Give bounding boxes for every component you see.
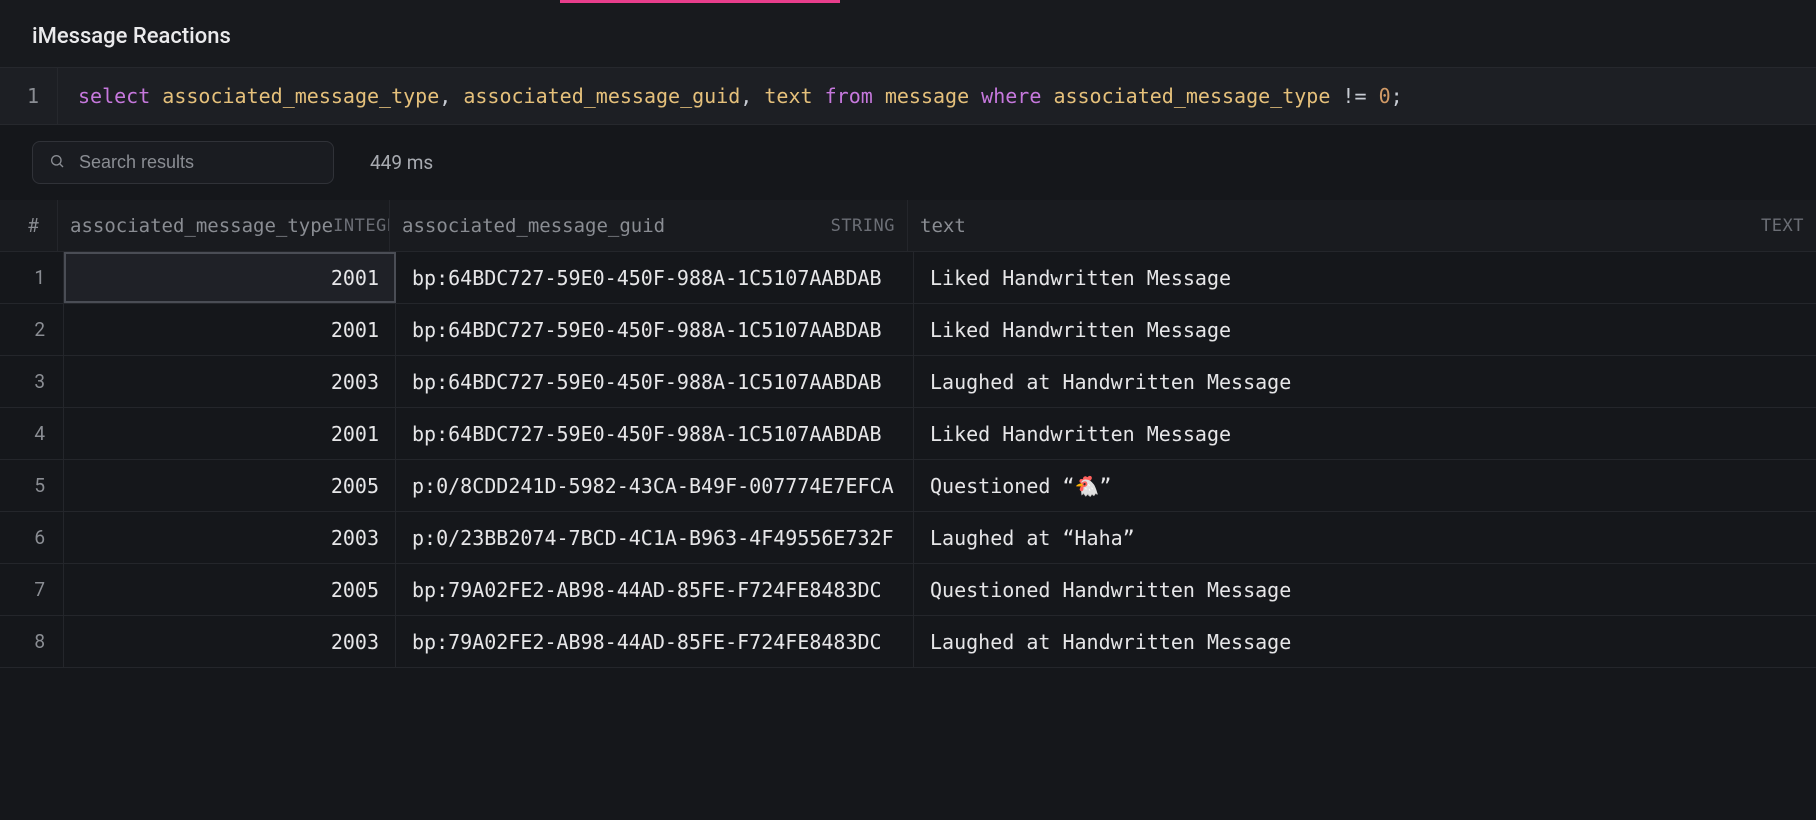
sql-token xyxy=(150,84,162,108)
cell-guid[interactable]: bp:64BDC727-59E0-450F-988A-1C5107AABDAB xyxy=(396,304,914,355)
col-name: associated_message_guid xyxy=(402,215,665,237)
search-input[interactable] xyxy=(77,151,317,174)
col-name: text xyxy=(920,215,966,237)
cell-text[interactable]: Questioned Handwritten Message xyxy=(914,564,1816,615)
sql-token: , xyxy=(740,84,764,108)
cell-type[interactable]: 2001 xyxy=(64,252,396,303)
cell-guid[interactable]: bp:79A02FE2-AB98-44AD-85FE-F724FE8483DC xyxy=(396,564,914,615)
sql-token: text xyxy=(764,84,812,108)
cell-type[interactable]: 2003 xyxy=(64,616,396,667)
row-index: 1 xyxy=(6,252,64,303)
sql-token: associated_message_type xyxy=(162,84,439,108)
cell-text[interactable]: Laughed at Handwritten Message xyxy=(914,616,1816,667)
row-index: 2 xyxy=(6,304,64,355)
col-header-index[interactable]: # xyxy=(0,200,58,251)
sql-token: associated_message_guid xyxy=(463,84,740,108)
col-header-type[interactable]: associated_message_type INTEGE xyxy=(58,200,390,251)
cell-guid[interactable]: bp:64BDC727-59E0-450F-988A-1C5107AABDAB xyxy=(396,356,914,407)
sql-token xyxy=(873,84,885,108)
table-row[interactable]: 72005bp:79A02FE2-AB98-44AD-85FE-F724FE84… xyxy=(0,564,1816,616)
cell-text[interactable]: Questioned “🐔” xyxy=(914,460,1816,511)
table-row[interactable]: 52005p:0/8CDD241D-5982-43CA-B49F-007774E… xyxy=(0,460,1816,512)
sql-token: message xyxy=(885,84,969,108)
cell-guid[interactable]: p:0/23BB2074-7BCD-4C1A-B963-4F49556E732F xyxy=(396,512,914,563)
row-index: 3 xyxy=(6,356,64,407)
row-index: 4 xyxy=(6,408,64,459)
table-row[interactable]: 32003bp:64BDC727-59E0-450F-988A-1C5107AA… xyxy=(0,356,1816,408)
col-type: TEXT xyxy=(1761,216,1804,236)
sql-token: , xyxy=(439,84,463,108)
line-number: 1 xyxy=(0,68,58,124)
cell-type[interactable]: 2005 xyxy=(64,460,396,511)
col-type: STRING xyxy=(831,216,895,236)
cell-guid[interactable]: p:0/8CDD241D-5982-43CA-B49F-007774E7EFCA xyxy=(396,460,914,511)
table-row[interactable]: 82003bp:79A02FE2-AB98-44AD-85FE-F724FE84… xyxy=(0,616,1816,668)
cell-text[interactable]: Liked Handwritten Message xyxy=(914,304,1816,355)
query-editor[interactable]: 1 select associated_message_type, associ… xyxy=(0,68,1816,125)
col-header-guid[interactable]: associated_message_guid STRING xyxy=(390,200,908,251)
cell-text[interactable]: Laughed at “Haha” xyxy=(914,512,1816,563)
table-row[interactable]: 12001bp:64BDC727-59E0-450F-988A-1C5107AA… xyxy=(0,252,1816,304)
sql-token xyxy=(969,84,981,108)
sql-token: where xyxy=(981,84,1041,108)
row-index: 5 xyxy=(6,460,64,511)
results-grid[interactable]: # associated_message_type INTEGE associa… xyxy=(0,200,1816,820)
cell-guid[interactable]: bp:79A02FE2-AB98-44AD-85FE-F724FE8483DC xyxy=(396,616,914,667)
sql-token: != xyxy=(1330,84,1378,108)
sql-token: select xyxy=(78,84,150,108)
table-row[interactable]: 62003p:0/23BB2074-7BCD-4C1A-B963-4F49556… xyxy=(0,512,1816,564)
cell-type[interactable]: 2001 xyxy=(64,408,396,459)
cell-text[interactable]: Liked Handwritten Message xyxy=(914,252,1816,303)
cell-type[interactable]: 2003 xyxy=(64,512,396,563)
sql-code[interactable]: select associated_message_type, associat… xyxy=(58,68,1423,124)
cell-guid[interactable]: bp:64BDC727-59E0-450F-988A-1C5107AABDAB xyxy=(396,408,914,459)
results-toolbar: 449 ms xyxy=(0,125,1816,200)
page-title: iMessage Reactions xyxy=(0,4,1816,68)
cell-type[interactable]: 2001 xyxy=(64,304,396,355)
sql-token: 0 xyxy=(1379,84,1391,108)
cell-text[interactable]: Liked Handwritten Message xyxy=(914,408,1816,459)
row-index: 7 xyxy=(6,564,64,615)
col-type: INTEGE xyxy=(333,216,390,236)
sql-token xyxy=(1041,84,1053,108)
cell-guid[interactable]: bp:64BDC727-59E0-450F-988A-1C5107AABDAB xyxy=(396,252,914,303)
col-header-text[interactable]: text TEXT xyxy=(908,200,1816,251)
query-timing: 449 ms xyxy=(370,151,433,174)
search-input-wrap[interactable] xyxy=(32,141,334,184)
sql-token: from xyxy=(825,84,873,108)
sql-token: ; xyxy=(1391,84,1403,108)
row-index: 6 xyxy=(6,512,64,563)
tab-indicator xyxy=(0,0,1816,4)
table-row[interactable]: 42001bp:64BDC727-59E0-450F-988A-1C5107AA… xyxy=(0,408,1816,460)
cell-type[interactable]: 2005 xyxy=(64,564,396,615)
sql-token xyxy=(813,84,825,108)
cell-type[interactable]: 2003 xyxy=(64,356,396,407)
header-row: # associated_message_type INTEGE associa… xyxy=(0,200,1816,252)
row-index: 8 xyxy=(6,616,64,667)
table-row[interactable]: 22001bp:64BDC727-59E0-450F-988A-1C5107AA… xyxy=(0,304,1816,356)
search-icon xyxy=(49,153,65,173)
cell-text[interactable]: Laughed at Handwritten Message xyxy=(914,356,1816,407)
col-name: associated_message_type xyxy=(70,215,333,237)
sql-token: associated_message_type xyxy=(1053,84,1330,108)
